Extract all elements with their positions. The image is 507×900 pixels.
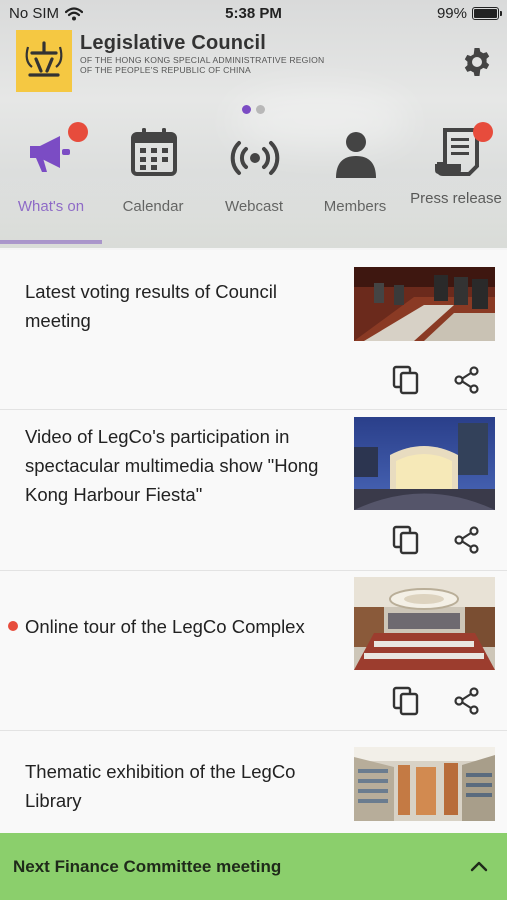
copy-icon[interactable]	[390, 364, 422, 396]
app-title: Legislative Council	[80, 32, 267, 54]
battery-percent: 99%	[436, 5, 467, 22]
notification-badge	[473, 122, 493, 142]
page-dot[interactable]	[256, 105, 265, 114]
next-meeting-bar[interactable]: Next Finance Committee meeting	[0, 833, 507, 900]
item-title: Video of LegCo's participation in specta…	[25, 426, 319, 505]
tab-label: Members	[323, 198, 387, 215]
share-icon[interactable]	[452, 525, 482, 555]
council-chamber-seats-image	[354, 267, 495, 341]
status-bar: No SIM 5:38 PM 99%	[0, 0, 507, 28]
status-time: 5:38 PM	[225, 5, 282, 22]
copy-icon[interactable]	[390, 524, 422, 556]
app-subtitle-line2: OF THE PEOPLE'S REPUBLIC OF CHINA	[80, 65, 251, 75]
tab-label: What's on	[17, 198, 85, 215]
tab-whats-on[interactable]: What's on	[0, 118, 102, 244]
gear-icon[interactable]	[461, 46, 493, 78]
page-dot[interactable]	[242, 105, 251, 114]
header-area: No SIM 5:38 PM 99% Legislative Council O…	[0, 0, 507, 248]
tab-press-release[interactable]: Press release	[405, 118, 507, 244]
tab-label: Press release	[410, 190, 502, 207]
notification-badge	[68, 122, 88, 142]
chevron-up-icon[interactable]	[467, 855, 491, 879]
tab-webcast[interactable]: Webcast	[203, 118, 305, 244]
legco-logo	[16, 30, 72, 92]
tab-members[interactable]: Members	[304, 118, 406, 244]
council-chamber-interior-image	[354, 577, 495, 670]
calendar-icon	[131, 128, 177, 176]
tab-label: Webcast	[224, 198, 284, 215]
broadcast-icon	[230, 141, 280, 175]
share-icon[interactable]	[452, 365, 482, 395]
list-item[interactable]: Latest voting results of Council meeting	[0, 250, 507, 410]
share-icon[interactable]	[452, 686, 482, 716]
legco-building-night-image	[354, 417, 495, 510]
app-subtitle-line1: OF THE HONG KONG SPECIAL ADMINISTRATIVE …	[80, 55, 325, 65]
item-title: Thematic exhibition of the LegCo Library	[25, 761, 296, 811]
tab-label: Calendar	[122, 198, 184, 215]
item-thumbnail[interactable]	[354, 577, 495, 670]
copy-icon[interactable]	[390, 685, 422, 717]
active-tab-indicator	[0, 240, 102, 244]
item-thumbnail[interactable]	[354, 417, 495, 510]
battery-icon	[472, 7, 502, 20]
next-meeting-label: Next Finance Committee meeting	[13, 857, 282, 876]
list-item[interactable]: Video of LegCo's participation in specta…	[0, 410, 507, 571]
legco-emblem-icon	[25, 41, 63, 77]
brand: Legislative Council OF THE HONG KONG SPE…	[16, 30, 324, 92]
item-thumbnail[interactable]	[354, 747, 495, 821]
item-title: Online tour of the LegCo Complex	[25, 616, 305, 637]
unread-dot	[8, 621, 18, 631]
news-list: Latest voting results of Council meeting	[0, 250, 507, 833]
item-thumbnail[interactable]	[354, 267, 495, 341]
person-icon	[336, 132, 376, 178]
list-item[interactable]: Thematic exhibition of the LegCo Library	[0, 731, 507, 833]
item-title: Latest voting results of Council meeting	[25, 281, 277, 331]
tab-calendar[interactable]: Calendar	[102, 118, 204, 244]
page-indicator	[0, 105, 507, 114]
tab-bar: What's on Calendar Webcast Members Press…	[0, 118, 507, 248]
list-item[interactable]: Online tour of the LegCo Complex	[0, 571, 507, 731]
library-shelves-image	[354, 747, 495, 821]
